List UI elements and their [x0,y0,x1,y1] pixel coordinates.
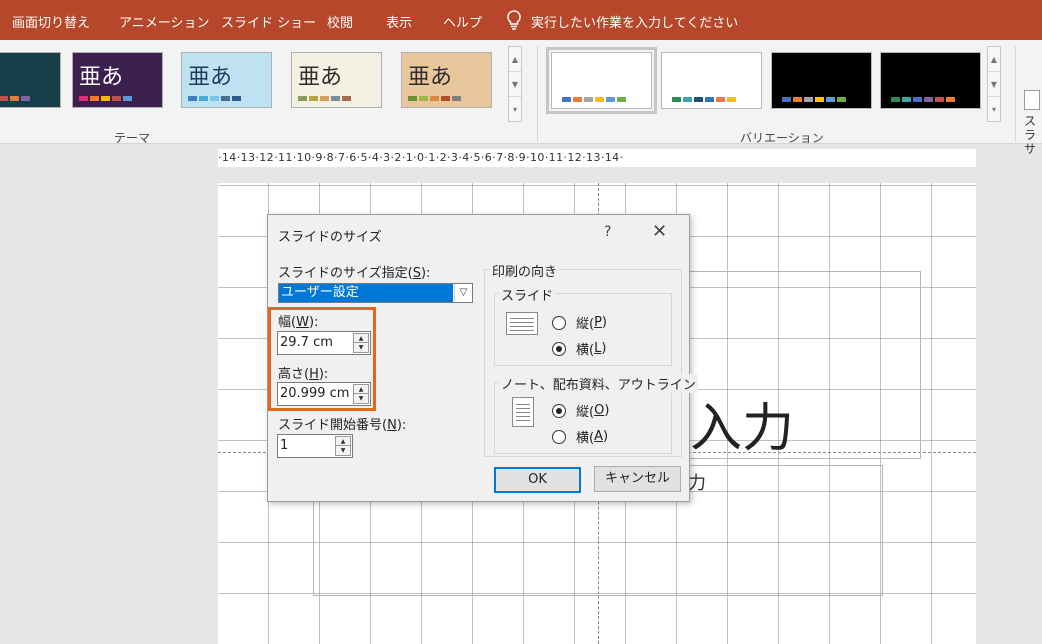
theme-thumbnail[interactable]: 亜あ [72,52,163,108]
notes-orientation-legend: ノート、配布資料、アウトライン [499,374,698,393]
color-swatches [79,96,132,101]
theme-thumbnail[interactable]: 亜あ [401,52,492,108]
slide-size-value: ユーザー設定 [279,284,453,302]
lightbulb-icon[interactable] [506,10,522,30]
group-separator [1015,46,1016,142]
spin-up-icon[interactable]: ▲ [354,334,368,343]
slide-size-label: スラ サ [1024,114,1037,156]
tab-animations[interactable]: アニメーション [119,12,209,31]
theme-thumbnail[interactable]: 亜あ [181,52,272,108]
slide-size-dropdown[interactable]: ユーザー設定 ▽ [278,283,473,303]
spin-down-icon[interactable]: ▼ [354,343,368,352]
subtitle-placeholder-text: 力 [688,473,706,494]
color-swatches [188,96,241,101]
width-input[interactable]: 29.7 cm ▲ ▼ [277,331,371,355]
notes-portrait-radio[interactable]: 縦(O) [552,401,609,420]
ribbon-tab-bar: 画面切り替え アニメーション スライド ショー 校閲 表示 ヘルプ 実行したい作… [0,0,1042,40]
color-swatches [562,97,626,102]
variant-thumbnail[interactable] [661,52,762,109]
gallery-more-icon[interactable]: ▾ [509,97,521,122]
tab-slideshow[interactable]: スライド ショー [221,12,316,31]
notes-landscape-radio[interactable]: 横(A) [552,427,608,446]
color-swatches [298,96,351,101]
radio-circle-selected[interactable] [552,341,566,356]
radio-circle[interactable] [552,429,566,444]
dialog-title: スライドのサイズ [278,230,382,245]
tab-transitions[interactable]: 画面切り替え [12,12,90,31]
variant-thumbnail[interactable] [546,47,657,114]
slide-landscape-radio[interactable]: 横(L) [552,339,606,358]
landscape-page-icon [506,312,538,335]
variant-gallery-scroll[interactable]: ▲ ▼ ▾ [987,46,1001,122]
spin-down-icon[interactable]: ▼ [354,394,368,403]
radio-circle[interactable] [552,315,566,330]
theme-sample-text: 亜あ [298,65,343,90]
height-input[interactable]: 20.999 cm ▲ ▼ [277,382,371,406]
width-value: 29.7 cm [280,335,333,350]
spin-up-icon[interactable]: ▲ [336,437,350,446]
ribbon-design: あ亜あ亜あ亜あ亜あ ▲ ▼ ▾ テーマ ▲ ▼ ▾ バリエーション スラ サ [0,40,1042,156]
group-label-themes: テーマ [114,131,151,145]
color-swatches [672,97,736,102]
scroll-up-icon[interactable]: ▲ [509,47,521,72]
horizontal-ruler[interactable]: ·14·13·12·11·10·9·8·7·6·5·4·3·2·1·0·1·2·… [218,149,976,167]
tab-review[interactable]: 校閲 [327,12,353,31]
color-swatches [0,96,30,101]
slide-size-icon [1024,90,1040,110]
theme-thumbnail[interactable]: 亜あ [291,52,382,108]
radio-circle-selected[interactable] [552,403,566,418]
variant-thumbnail[interactable] [880,52,981,109]
tab-help[interactable]: ヘルプ [443,12,482,31]
height-spinner[interactable]: ▲ ▼ [353,384,369,404]
theme-gallery-scroll[interactable]: ▲ ▼ ▾ [508,46,522,122]
height-label: 高さ(H): [278,367,329,382]
orientation-legend: 印刷の向き [490,261,560,280]
chevron-down-icon[interactable]: ▽ [454,284,472,302]
title-placeholder-text: 入力 [690,399,795,459]
slide-size-label: スライドのサイズ指定(S): [278,266,431,281]
slide-size-command[interactable]: スラ サ [1024,90,1042,160]
start-number-label: スライド開始番号(N): [278,418,407,433]
spin-up-icon[interactable]: ▲ [354,385,368,394]
color-swatches [891,97,955,102]
cancel-button[interactable]: キャンセル [594,466,681,492]
scroll-down-icon[interactable]: ▼ [988,72,1000,97]
color-swatches [408,96,461,101]
start-number-value: 1 [280,438,289,453]
color-swatches [782,97,846,102]
theme-sample-text: 亜あ [79,65,124,90]
gallery-more-icon[interactable]: ▾ [988,97,1000,122]
start-number-spinner[interactable]: ▲ ▼ [335,436,351,456]
theme-sample-text: 亜あ [408,65,453,90]
slide-orientation-legend: スライド [499,285,556,304]
scroll-down-icon[interactable]: ▼ [509,72,521,97]
width-spinner[interactable]: ▲ ▼ [353,333,369,353]
scroll-up-icon[interactable]: ▲ [988,47,1000,72]
start-number-input[interactable]: 1 ▲ ▼ [277,434,353,458]
help-icon[interactable]: ? [604,224,611,240]
tell-me-search[interactable]: 実行したい作業を入力してください [531,12,738,31]
width-label: 幅(W): [278,315,319,330]
tab-view[interactable]: 表示 [386,12,412,31]
theme-thumbnail[interactable]: あ [0,52,61,108]
group-label-variants: バリエーション [740,131,824,145]
height-value: 20.999 cm [280,386,350,401]
slide-size-dialog: スライドのサイズ ? ✕ スライドのサイズ指定(S): ユーザー設定 ▽ 幅(W… [267,214,698,502]
ok-button[interactable]: OK [494,467,581,493]
variant-thumbnail[interactable] [771,52,872,109]
group-separator [537,46,538,142]
close-icon[interactable]: ✕ [652,221,667,242]
portrait-page-icon [512,397,534,427]
slide-portrait-radio[interactable]: 縦(P) [552,313,607,332]
theme-sample-text: 亜あ [188,65,233,90]
spin-down-icon[interactable]: ▼ [336,446,350,455]
